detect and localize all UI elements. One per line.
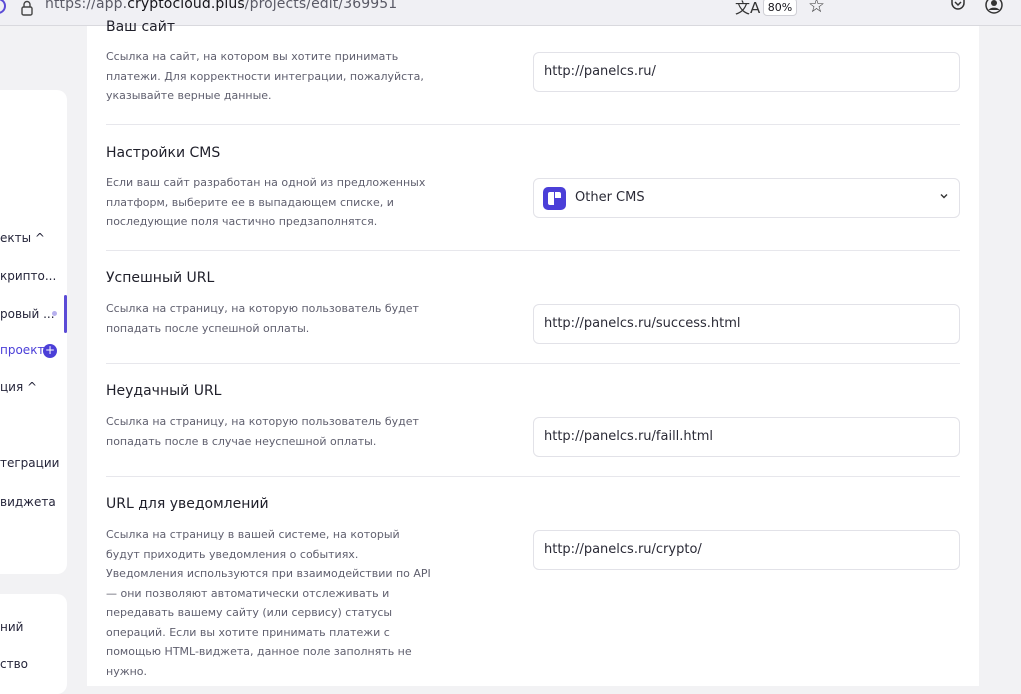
bookmark-star-icon[interactable]: ☆ (808, 0, 825, 17)
sidebar-item-crypto-project[interactable]: крипто... (0, 269, 56, 283)
chevron-down-icon (940, 194, 948, 199)
sidebar-item-integrations[interactable]: теграции (0, 456, 59, 470)
success-url-value: http://panelcs.ru/success.html (544, 316, 741, 331)
website-url-field[interactable]: http://panelcs.ru/ (533, 52, 960, 92)
cms-selected-value: Other CMS (575, 190, 645, 205)
cms-select[interactable]: Other CMS (533, 178, 960, 218)
section-desc-notification-url: Ссылка на страницу в вашей системе, на к… (106, 528, 431, 678)
sidebar-item-projects[interactable]: екты ^ (0, 231, 45, 245)
section-title-success-url: Успешный URL (106, 270, 215, 286)
section-title-fail-url: Неудачный URL (106, 383, 222, 399)
section-desc-website: Ссылка на сайт, на котором вы хотите при… (106, 50, 424, 102)
divider (106, 363, 960, 364)
sidebar-item-integration[interactable]: ция ^ (0, 380, 37, 394)
notification-url-field[interactable]: http://panelcs.ru/crypto/ (533, 530, 960, 570)
fail-url-field[interactable]: http://panelcs.ru/faill.html (533, 417, 960, 457)
url-path: /projects/edit/369951 (244, 0, 398, 12)
divider (106, 124, 960, 125)
section-title-website: Ваш сайт (106, 19, 175, 35)
address-bar[interactable]: https://app.cryptocloud.plus/projects/ed… (45, 0, 397, 12)
cms-icon (543, 187, 566, 210)
sidebar-item-new-project[interactable]: ровый ... (0, 307, 55, 321)
zoom-level-button[interactable]: 80% (763, 0, 797, 16)
add-project-plus-icon[interactable]: + (43, 344, 57, 358)
account-icon[interactable] (985, 0, 1003, 14)
extension-icon[interactable] (0, 0, 6, 14)
notification-url-value: http://panelcs.ru/crypto/ (544, 542, 702, 557)
section-desc-success-url: Ссылка на страницу, на которую пользоват… (106, 302, 419, 335)
sidebar-item-add-project[interactable]: проект (0, 343, 44, 357)
section-desc-cms: Если ваш сайт разработан на одной из пре… (106, 176, 426, 228)
section-title-notification-url: URL для уведомлений (106, 496, 269, 512)
divider (106, 250, 960, 251)
sidebar-item-widget[interactable]: виджета (0, 495, 56, 509)
url-prefix: https://app. (45, 0, 128, 12)
fail-url-value: http://panelcs.ru/faill.html (544, 429, 714, 444)
pocket-icon[interactable] (950, 0, 966, 12)
sidebar-nav-secondary (0, 594, 67, 694)
section-title-cms: Настройки CMS (106, 145, 221, 161)
divider (106, 476, 960, 477)
section-desc-fail-url: Ссылка на страницу, на которую пользоват… (106, 415, 419, 448)
active-dot-icon (52, 311, 57, 316)
active-indicator (64, 295, 67, 333)
success-url-field[interactable]: http://panelcs.ru/success.html (533, 304, 960, 344)
sidebar-item-notifications[interactable]: ний (0, 620, 23, 634)
translate-icon[interactable]: 文A (735, 0, 760, 18)
url-domain: cryptocloud.plus (127, 0, 245, 12)
lock-icon[interactable] (18, 0, 36, 17)
website-url-value: http://panelcs.ru/ (544, 64, 656, 79)
